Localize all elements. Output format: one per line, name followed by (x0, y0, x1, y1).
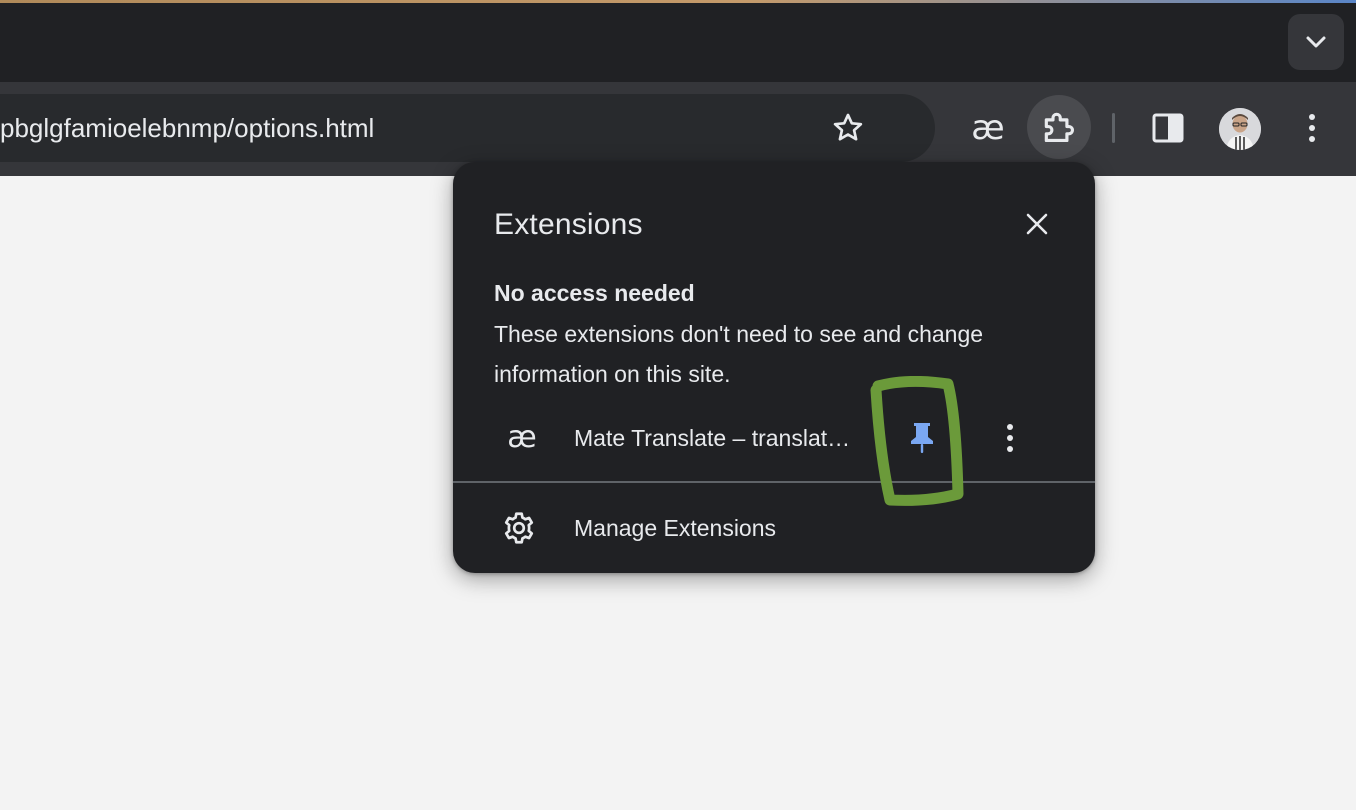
close-icon (1026, 213, 1048, 235)
side-panel-icon (1152, 113, 1184, 143)
side-panel-button[interactable] (1136, 96, 1200, 160)
extension-more-button[interactable] (986, 414, 1034, 462)
divider (453, 481, 1095, 483)
tab-strip (0, 3, 1356, 82)
manage-extensions-button[interactable]: Manage Extensions (453, 496, 1095, 560)
section-heading: No access needed (494, 280, 695, 306)
profile-picture (1219, 108, 1261, 150)
extensions-button[interactable] (1027, 95, 1091, 159)
three-dots-vertical-icon (1007, 424, 1013, 452)
chevron-down-icon (1306, 36, 1326, 48)
ae-icon: æ (507, 420, 537, 455)
puzzle-piece-icon (1044, 112, 1075, 143)
browser-window: pbglgfamioelebnmp/options.html æ Extensi… (0, 0, 1356, 810)
manage-extensions-label: Manage Extensions (574, 515, 777, 541)
toolbar-separator (1112, 113, 1115, 143)
extensions-popup: Extensions No access needed These extens… (453, 162, 1095, 573)
extension-icon: æ (501, 418, 543, 458)
three-dots-vertical-icon (1309, 114, 1315, 142)
avatar[interactable] (1219, 108, 1261, 150)
section-description: These extensions don't need to see and c… (494, 321, 984, 387)
star-icon (833, 113, 863, 141)
pin-icon (911, 423, 933, 453)
bookmark-star-button[interactable] (822, 102, 874, 154)
pin-button[interactable] (898, 414, 946, 462)
tab-search-button[interactable] (1288, 14, 1344, 70)
extension-name[interactable]: Mate Translate – translat… (574, 406, 874, 470)
ae-icon: æ (971, 108, 1005, 148)
address-bar[interactable]: pbglgfamioelebnmp/options.html (0, 94, 935, 162)
browser-menu-button[interactable] (1280, 96, 1344, 160)
mate-translate-toolbar-button[interactable]: æ (956, 96, 1020, 160)
extension-row-mate-translate[interactable]: æ Mate Translate – translat… (453, 406, 1095, 470)
close-button[interactable] (1015, 202, 1059, 246)
url-text[interactable]: pbglgfamioelebnmp/options.html (0, 94, 374, 162)
popup-title: Extensions (494, 208, 643, 241)
gear-icon (504, 512, 534, 544)
